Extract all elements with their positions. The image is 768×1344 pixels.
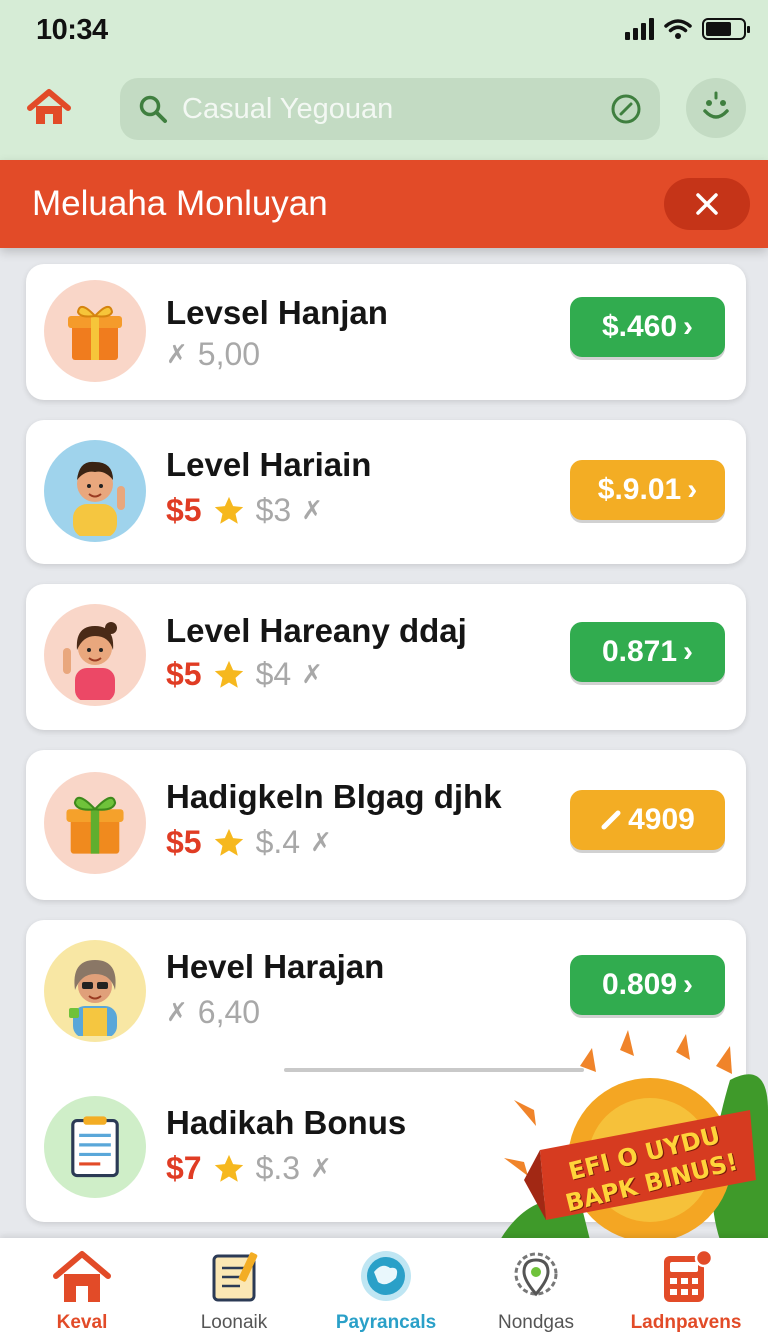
profile-button[interactable]	[686, 78, 746, 138]
item-sub-row: $7 $.3 ✗	[166, 1150, 332, 1187]
nav-item-keval[interactable]: Keval	[12, 1238, 152, 1344]
signal-icon	[625, 18, 654, 40]
search-input[interactable]	[182, 92, 596, 126]
woman-avatar-icon	[44, 940, 146, 1042]
item-sub-row: $5 $4 ✗	[166, 656, 323, 693]
bonus-promo-sticker[interactable]: EFI O UYDU BAPK BINUS!	[500, 1030, 768, 1240]
amount-label: 4909	[628, 803, 695, 836]
amount-button[interactable]: 0.809 ›	[570, 955, 725, 1015]
search-bar	[120, 78, 660, 140]
status-icons	[625, 18, 750, 40]
nav-item-payrancals[interactable]: Payrancals	[316, 1238, 456, 1344]
item-gray-price: 6,40	[197, 994, 261, 1030]
home-icon	[27, 89, 71, 124]
notebook-icon	[212, 1252, 258, 1302]
list-item[interactable]: Level Hariain $5 $3 ✗ $.9.01 ›	[26, 420, 746, 564]
item-title: Level Hareany ddaj	[166, 612, 467, 649]
banner-title: Meluaha Monluyan	[32, 184, 328, 223]
ribbon-icon: ✗	[166, 997, 188, 1027]
top-header: 10:34	[0, 0, 768, 160]
promo-banner: Meluaha Monluyan	[0, 160, 768, 248]
item-gray-price: $3	[255, 492, 292, 528]
item-red-price: $5	[166, 492, 202, 528]
smiley-face-icon	[703, 91, 729, 119]
item-title: Hadigkeln Blgag djhk	[166, 778, 502, 815]
girl-avatar-icon	[44, 604, 146, 706]
item-sub-row: ✗ 5,00	[166, 336, 260, 373]
amount-label: 0.871	[601, 635, 678, 668]
amount-button[interactable]: $.9.01 ›	[570, 460, 725, 520]
wifi-icon	[664, 19, 692, 39]
item-gray-price: 5,00	[197, 336, 261, 372]
nav-label: Ladnpavens	[630, 1312, 742, 1333]
boy-avatar-icon	[44, 440, 146, 542]
nav-item-ladnpavens[interactable]: Ladnpavens	[616, 1238, 756, 1344]
map-pin-icon	[514, 1252, 558, 1297]
item-gray-price: $.4	[255, 824, 301, 860]
banner-close-button[interactable]	[664, 178, 750, 230]
battery-icon	[702, 18, 750, 40]
amount-label: $.460	[601, 310, 678, 343]
close-icon	[696, 193, 718, 215]
status-bar: 10:34	[0, 0, 768, 62]
item-title: Level Hariain	[166, 446, 372, 483]
item-red-price: $7	[166, 1150, 202, 1186]
ribbon-icon: ✗	[301, 659, 323, 689]
item-title: Levsel Hanjan	[166, 294, 388, 331]
green-gift-icon	[44, 772, 146, 874]
item-gray-price: $4	[255, 656, 292, 692]
compass-icon[interactable]	[610, 93, 642, 125]
status-time: 10:34	[36, 14, 108, 46]
star-icon	[214, 660, 243, 688]
nav-label: Loonaik	[200, 1312, 268, 1333]
gift-box-icon	[44, 280, 146, 382]
amount-button[interactable]: $.460 ›	[570, 297, 725, 357]
home-button[interactable]	[26, 88, 72, 128]
globe-icon	[361, 1251, 411, 1301]
star-icon	[214, 496, 243, 524]
chevron-right-icon: ›	[683, 635, 694, 668]
item-gray-price: $.3	[255, 1150, 301, 1186]
home-icon	[53, 1251, 111, 1302]
ticket-icon	[601, 810, 621, 830]
ribbon-icon: ✗	[310, 1153, 332, 1183]
item-red-price: $5	[166, 824, 202, 860]
chevron-right-icon: ›	[683, 968, 694, 1001]
nav-item-nondgas[interactable]: Nondgas	[466, 1238, 606, 1344]
notepad-icon	[44, 1096, 146, 1198]
chevron-right-icon: ›	[683, 310, 694, 343]
item-sub-row: $5 $.4 ✗	[166, 824, 332, 861]
ribbon-icon: ✗	[310, 827, 332, 857]
chevron-right-icon: ›	[687, 473, 698, 506]
amount-label: $.9.01	[597, 473, 682, 506]
nav-label: Keval	[56, 1312, 108, 1333]
list-item[interactable]: Levsel Hanjan ✗ 5,00 $.460 ›	[26, 264, 746, 400]
amount-button[interactable]: 0.871 ›	[570, 622, 725, 682]
star-icon	[214, 828, 243, 856]
list-item[interactable]: Level Hareany ddaj $5 $4 ✗ 0.871 ›	[26, 584, 746, 730]
item-red-price: $5	[166, 656, 202, 692]
bottom-nav: Keval Loonaik Payrancals Nondgas Ladnpav…	[0, 1238, 768, 1344]
star-icon	[214, 1154, 243, 1182]
item-title: Hevel Harajan	[166, 948, 385, 985]
ribbon-icon: ✗	[166, 339, 188, 369]
item-sub-row: ✗ 6,40	[166, 994, 260, 1031]
amount-label: 0.809	[601, 968, 678, 1001]
calculator-icon	[664, 1248, 714, 1302]
item-title: Hadikah Bonus	[166, 1104, 407, 1141]
item-sub-row: $5 $3 ✗	[166, 492, 323, 529]
nav-label: Payrancals	[335, 1312, 437, 1333]
nav-label: Nondgas	[497, 1312, 575, 1333]
amount-button[interactable]: 4909	[570, 790, 725, 850]
search-icon	[139, 95, 167, 123]
nav-item-loonaik[interactable]: Loonaik	[164, 1238, 304, 1344]
ribbon-icon: ✗	[301, 495, 323, 525]
list-item[interactable]: Hadigkeln Blgag djhk $5 $.4 ✗ 4909	[26, 750, 746, 900]
